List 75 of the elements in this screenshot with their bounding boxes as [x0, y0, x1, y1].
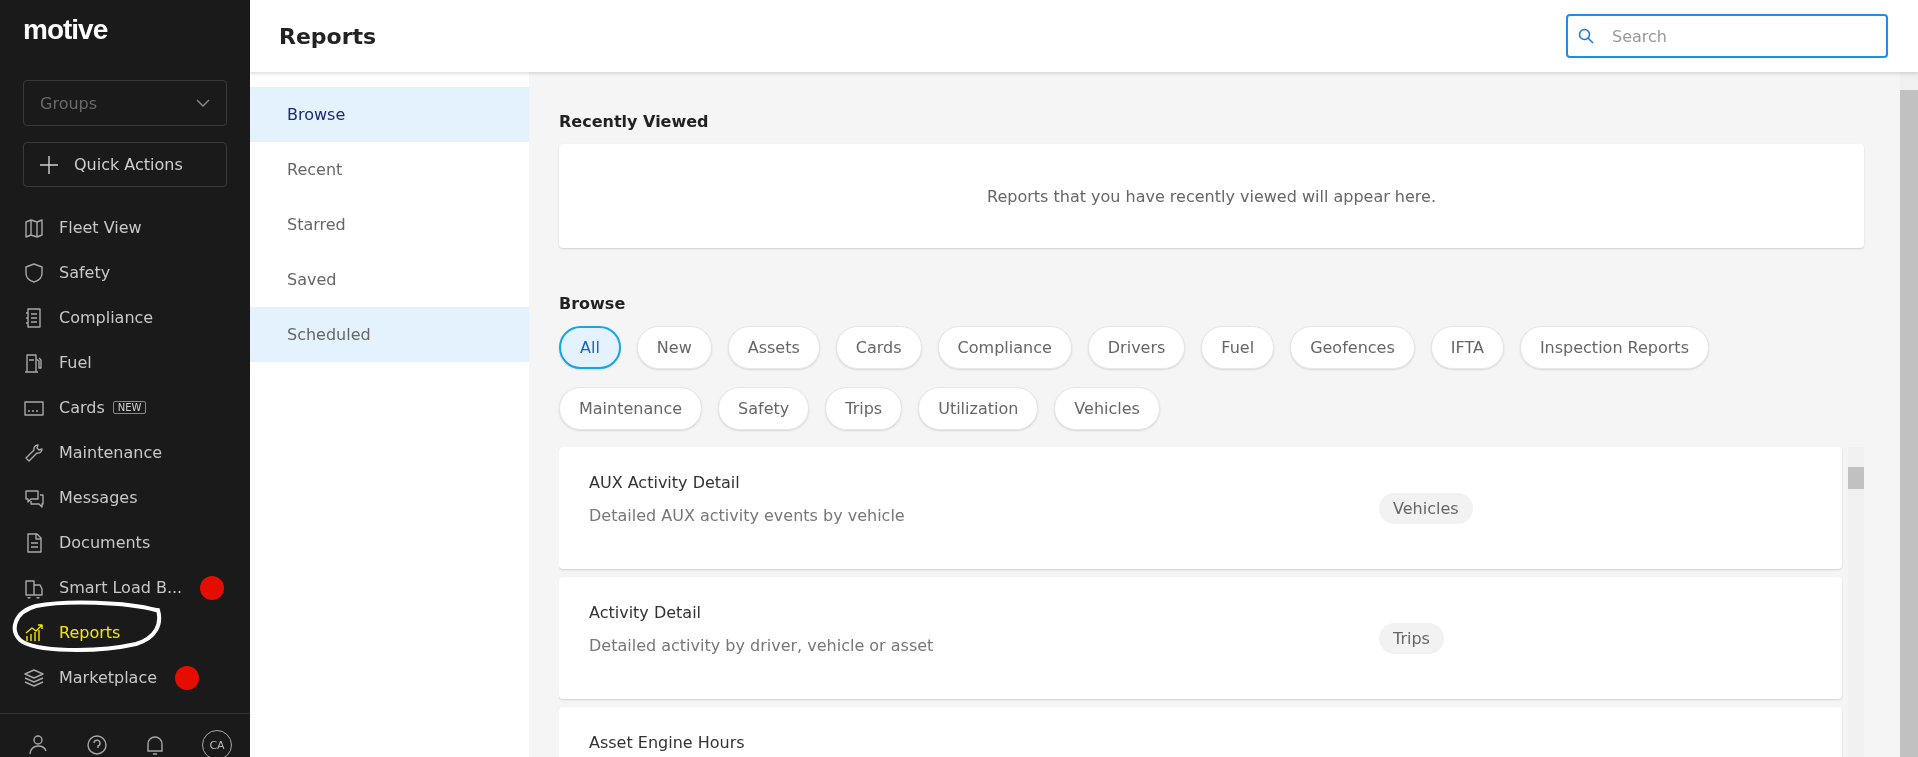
nav-label: Cards [59, 398, 105, 417]
quick-actions-button[interactable]: Quick Actions [23, 142, 227, 187]
filter-chip[interactable]: IFTA [1430, 326, 1504, 369]
search-field[interactable]: Search [1566, 14, 1888, 58]
nav-item[interactable]: Safety [23, 250, 227, 295]
nav-label: Maintenance [59, 443, 163, 462]
filter-chip[interactable]: Geofences [1290, 326, 1415, 369]
filter-chip[interactable]: Assets [727, 326, 820, 369]
nav-label: Messages [59, 488, 138, 507]
filter-chip[interactable]: All [559, 326, 621, 369]
filter-chip[interactable]: Trips [825, 387, 903, 430]
new-badge: NEW [112, 401, 147, 414]
layers-icon [23, 666, 45, 689]
filter-chip[interactable]: Safety [718, 387, 810, 430]
nav-item[interactable]: Messages [23, 475, 227, 520]
nav-item[interactable]: Cards NEW [23, 385, 227, 430]
nav-item[interactable]: Fuel [23, 340, 227, 385]
filter-chip[interactable]: Compliance [937, 326, 1072, 369]
search-icon [1578, 28, 1594, 44]
filter-chip[interactable]: Fuel [1201, 326, 1275, 369]
nav-item[interactable]: Fleet View [23, 205, 227, 250]
report-title: Activity Detail [589, 603, 703, 622]
help-icon[interactable] [86, 734, 108, 756]
chevron-down-icon [196, 99, 210, 107]
scrollbar[interactable] [1900, 72, 1918, 757]
nav-item[interactable]: Marketplace [23, 655, 227, 700]
plus-icon [40, 155, 58, 174]
report-title: Asset Engine Hours [589, 733, 746, 752]
subnav-item[interactable]: Browse [250, 87, 529, 142]
filter-chip[interactable]: Utilization [918, 387, 1039, 430]
nav-label: Documents [59, 533, 151, 552]
filter-chip[interactable]: Cards [835, 326, 922, 369]
nav-label: Fleet View [59, 218, 142, 237]
nav-label: Fuel [59, 353, 92, 372]
empty-state-text: Reports that you have recently viewed will appear here. [987, 186, 1436, 206]
filter-chip[interactable]: New [636, 326, 712, 369]
nav-label: Reports [59, 623, 121, 642]
subnav-item[interactable]: Scheduled [250, 307, 529, 362]
groups-select[interactable]: Groups [23, 80, 227, 126]
report-card[interactable]: Activity Detail Detailed activity by driver, vehicle or asset Trips [559, 577, 1842, 699]
nav-item[interactable]: Compliance [23, 295, 227, 340]
report-card[interactable]: Asset Engine Hours [559, 707, 1842, 757]
section-title: Recently Viewed [559, 112, 710, 131]
category-tag: Vehicles [1379, 492, 1473, 524]
nav-label: Safety [59, 263, 111, 282]
nav-item[interactable]: Reports [23, 610, 227, 655]
report-description: Detailed AUX activity events by vehicle [589, 506, 906, 525]
category-tag: Trips [1379, 622, 1444, 654]
nav-label: Smart Load B... [59, 578, 183, 597]
fuel-pump-icon [23, 351, 45, 374]
section-title: Browse [559, 294, 627, 313]
report-title: AUX Activity Detail [589, 473, 741, 492]
nav-label: Marketplace [59, 668, 158, 687]
filter-chip[interactable]: Inspection Reports [1519, 326, 1709, 369]
subnav-item[interactable]: Saved [250, 252, 529, 307]
nav-item[interactable]: Documents [23, 520, 227, 565]
map-icon [23, 216, 45, 239]
filter-chip[interactable]: Drivers [1087, 326, 1186, 369]
subnav-item[interactable]: Recent [250, 142, 529, 197]
user-settings-icon[interactable] [28, 734, 50, 756]
filter-chip[interactable]: Vehicles [1054, 387, 1160, 430]
report-card[interactable]: AUX Activity Detail Detailed AUX activity events by vehicle Vehicles [559, 447, 1842, 569]
nav-item[interactable]: Maintenance [23, 430, 227, 475]
nav-item[interactable]: Smart Load B... [23, 565, 227, 610]
motive-logo[interactable]: motive [23, 14, 108, 52]
shield-icon [23, 261, 45, 284]
nav-label: Compliance [59, 308, 154, 327]
bell-icon[interactable] [144, 734, 166, 756]
page-title: Reports [279, 23, 377, 49]
scrollbar[interactable] [1848, 447, 1864, 757]
report-description: Detailed activity by driver, vehicle or asset [589, 636, 935, 655]
wrench-icon [23, 441, 45, 464]
subnav-item[interactable]: Starred [250, 197, 529, 252]
chart-icon [23, 621, 45, 644]
filter-chip[interactable]: Maintenance [559, 387, 703, 430]
